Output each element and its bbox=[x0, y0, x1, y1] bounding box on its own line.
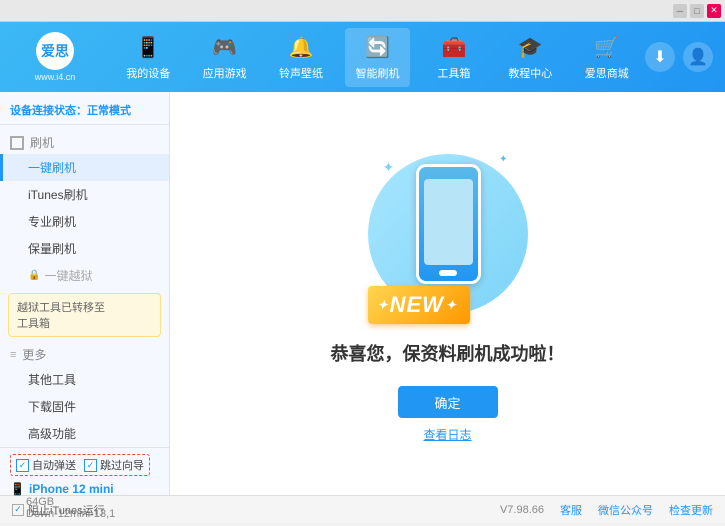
title-bar: ─ □ ✕ bbox=[0, 0, 725, 22]
nav-ringtone-label: 铃声壁纸 bbox=[279, 65, 323, 81]
toolbox-icon: 🧰 bbox=[440, 34, 468, 62]
star-left-icon: ✦ bbox=[383, 159, 395, 176]
nav-app-game-label: 应用游戏 bbox=[203, 65, 247, 81]
confirm-button[interactable]: 确定 bbox=[398, 386, 498, 418]
status-value: 正常模式 bbox=[87, 105, 131, 117]
main-header: 爱思 www.i4.cn 📱 我的设备 🎮 应用游戏 🔔 铃声壁纸 🔄 智能刷机… bbox=[0, 22, 725, 92]
sidebar-item-pro-flash[interactable]: 专业刷机 bbox=[0, 208, 169, 235]
phone-screen bbox=[424, 179, 473, 265]
connection-status: 设备连接状态：正常模式 bbox=[0, 98, 169, 125]
smart-flash-icon: 🔄 bbox=[363, 34, 391, 62]
more-lines-icon: ≡ bbox=[10, 349, 16, 361]
tutorial-icon: 🎓 bbox=[516, 34, 544, 62]
warning-line1: 越狱工具已转移至 bbox=[17, 302, 105, 314]
flash-section-header: 刷机 bbox=[0, 129, 169, 154]
auto-popup-label: 自动弹送 bbox=[32, 457, 76, 473]
star-right-icon: ✦ bbox=[499, 154, 507, 165]
skip-wizard-checkbox[interactable]: ✓ 跳过向导 bbox=[84, 457, 144, 473]
skip-wizard-cb-box: ✓ bbox=[84, 459, 97, 472]
nav-store[interactable]: 🛒 爱思商城 bbox=[574, 28, 639, 87]
nav-app-game[interactable]: 🎮 应用游戏 bbox=[192, 28, 257, 87]
main-content: ✦ ✦ ✦ NEW ✦ 恭喜您，保资料刷机成功啦！ 确定 查看日志 bbox=[170, 92, 725, 495]
footer-right: V7.98.66 客服 微信公众号 检查更新 bbox=[500, 502, 713, 518]
nav-items: 📱 我的设备 🎮 应用游戏 🔔 铃声壁纸 🔄 智能刷机 🧰 工具箱 🎓 教程中心… bbox=[110, 22, 645, 92]
nav-toolbox[interactable]: 🧰 工具箱 bbox=[421, 28, 486, 87]
phone-body bbox=[416, 164, 481, 284]
ringtone-icon: 🔔 bbox=[287, 34, 315, 62]
status-label: 设备连接状态： bbox=[10, 105, 87, 117]
wechat-link[interactable]: 微信公众号 bbox=[598, 502, 653, 518]
device-phone-icon: 📱 bbox=[10, 482, 25, 496]
new-badge: ✦ NEW ✦ bbox=[368, 286, 470, 324]
sidebar-item-jailbreak: 🔒 一键越狱 bbox=[0, 262, 169, 289]
sidebar-item-other-tools[interactable]: 其他工具 bbox=[0, 366, 169, 393]
auto-popup-cb-box: ✓ bbox=[16, 459, 29, 472]
download-btn[interactable]: ⬇ bbox=[645, 42, 675, 72]
account-btn[interactable]: 👤 bbox=[683, 42, 713, 72]
again-link[interactable]: 查看日志 bbox=[423, 426, 471, 443]
phone-illustration: ✦ ✦ ✦ NEW ✦ bbox=[368, 144, 528, 324]
skip-wizard-label: 跳过向导 bbox=[100, 457, 144, 473]
warning-line2: 工具箱 bbox=[17, 318, 50, 330]
version-text: V7.98.66 bbox=[500, 504, 544, 516]
logo-url: www.i4.cn bbox=[35, 72, 76, 82]
more-section-header: ≡ 更多 bbox=[0, 341, 169, 366]
logo-circle: 爱思 bbox=[36, 32, 74, 70]
nav-my-device-label: 我的设备 bbox=[126, 65, 170, 81]
store-icon: 🛒 bbox=[593, 34, 621, 62]
stop-itunes-label: 阻止iTunes运行 bbox=[28, 502, 105, 518]
nav-store-label: 爱思商城 bbox=[585, 65, 629, 81]
nav-tutorial-label: 教程中心 bbox=[508, 65, 552, 81]
new-text: NEW bbox=[390, 292, 444, 318]
more-section-label: 更多 bbox=[22, 346, 46, 363]
update-link[interactable]: 检查更新 bbox=[669, 502, 713, 518]
stop-itunes-checkbox[interactable]: ✓ bbox=[12, 504, 24, 516]
sidebar-item-one-key-flash[interactable]: 一键刷机 bbox=[0, 154, 169, 181]
sidebar-item-advanced[interactable]: 高级功能 bbox=[0, 420, 169, 447]
nav-toolbox-label: 工具箱 bbox=[437, 65, 470, 81]
device-name: 📱 iPhone 12 mini bbox=[10, 482, 159, 496]
checkbox-highlight-row: ✓ 自动弹送 ✓ 跳过向导 bbox=[10, 454, 159, 476]
device-icon: 📱 bbox=[134, 34, 162, 62]
nav-smart-flash-label: 智能刷机 bbox=[355, 65, 399, 81]
logo-text: 爱思 bbox=[41, 41, 69, 61]
nav-right: ⬇ 👤 bbox=[645, 42, 725, 72]
success-text: 恭喜您，保资料刷机成功啦！ bbox=[331, 340, 565, 366]
app-game-icon: 🎮 bbox=[211, 34, 239, 62]
warning-box: 越狱工具已转移至 工具箱 bbox=[8, 293, 161, 337]
nav-tutorial[interactable]: 🎓 教程中心 bbox=[498, 28, 563, 87]
minimize-button[interactable]: ─ bbox=[673, 4, 687, 18]
footer-left: ✓ 阻止iTunes运行 bbox=[12, 502, 105, 518]
sidebar-item-save-flash[interactable]: 保量刷机 bbox=[0, 235, 169, 262]
content-area: 设备连接状态：正常模式 刷机 一键刷机 iTunes刷机 专业刷机 保量刷机 🔒… bbox=[0, 92, 725, 495]
nav-ringtone[interactable]: 🔔 铃声壁纸 bbox=[269, 28, 334, 87]
flash-section-label: 刷机 bbox=[30, 134, 54, 151]
maximize-button[interactable]: □ bbox=[690, 4, 704, 18]
sparkle-right: ✦ bbox=[446, 298, 456, 312]
sparkle-left: ✦ bbox=[378, 298, 388, 312]
sidebar: 设备连接状态：正常模式 刷机 一键刷机 iTunes刷机 专业刷机 保量刷机 🔒… bbox=[0, 92, 170, 495]
logo-area: 爱思 www.i4.cn bbox=[0, 22, 110, 92]
window-controls: ─ □ ✕ bbox=[671, 4, 721, 18]
phone-home-btn bbox=[439, 270, 457, 276]
sidebar-item-download-firmware[interactable]: 下载固件 bbox=[0, 393, 169, 420]
nav-my-device[interactable]: 📱 我的设备 bbox=[116, 28, 181, 87]
service-link[interactable]: 客服 bbox=[560, 502, 582, 518]
flash-section-icon bbox=[10, 136, 24, 150]
nav-smart-flash[interactable]: 🔄 智能刷机 bbox=[345, 28, 410, 87]
sidebar-item-itunes-flash[interactable]: iTunes刷机 bbox=[0, 181, 169, 208]
auto-popup-checkbox[interactable]: ✓ 自动弹送 bbox=[16, 457, 76, 473]
close-button[interactable]: ✕ bbox=[707, 4, 721, 18]
